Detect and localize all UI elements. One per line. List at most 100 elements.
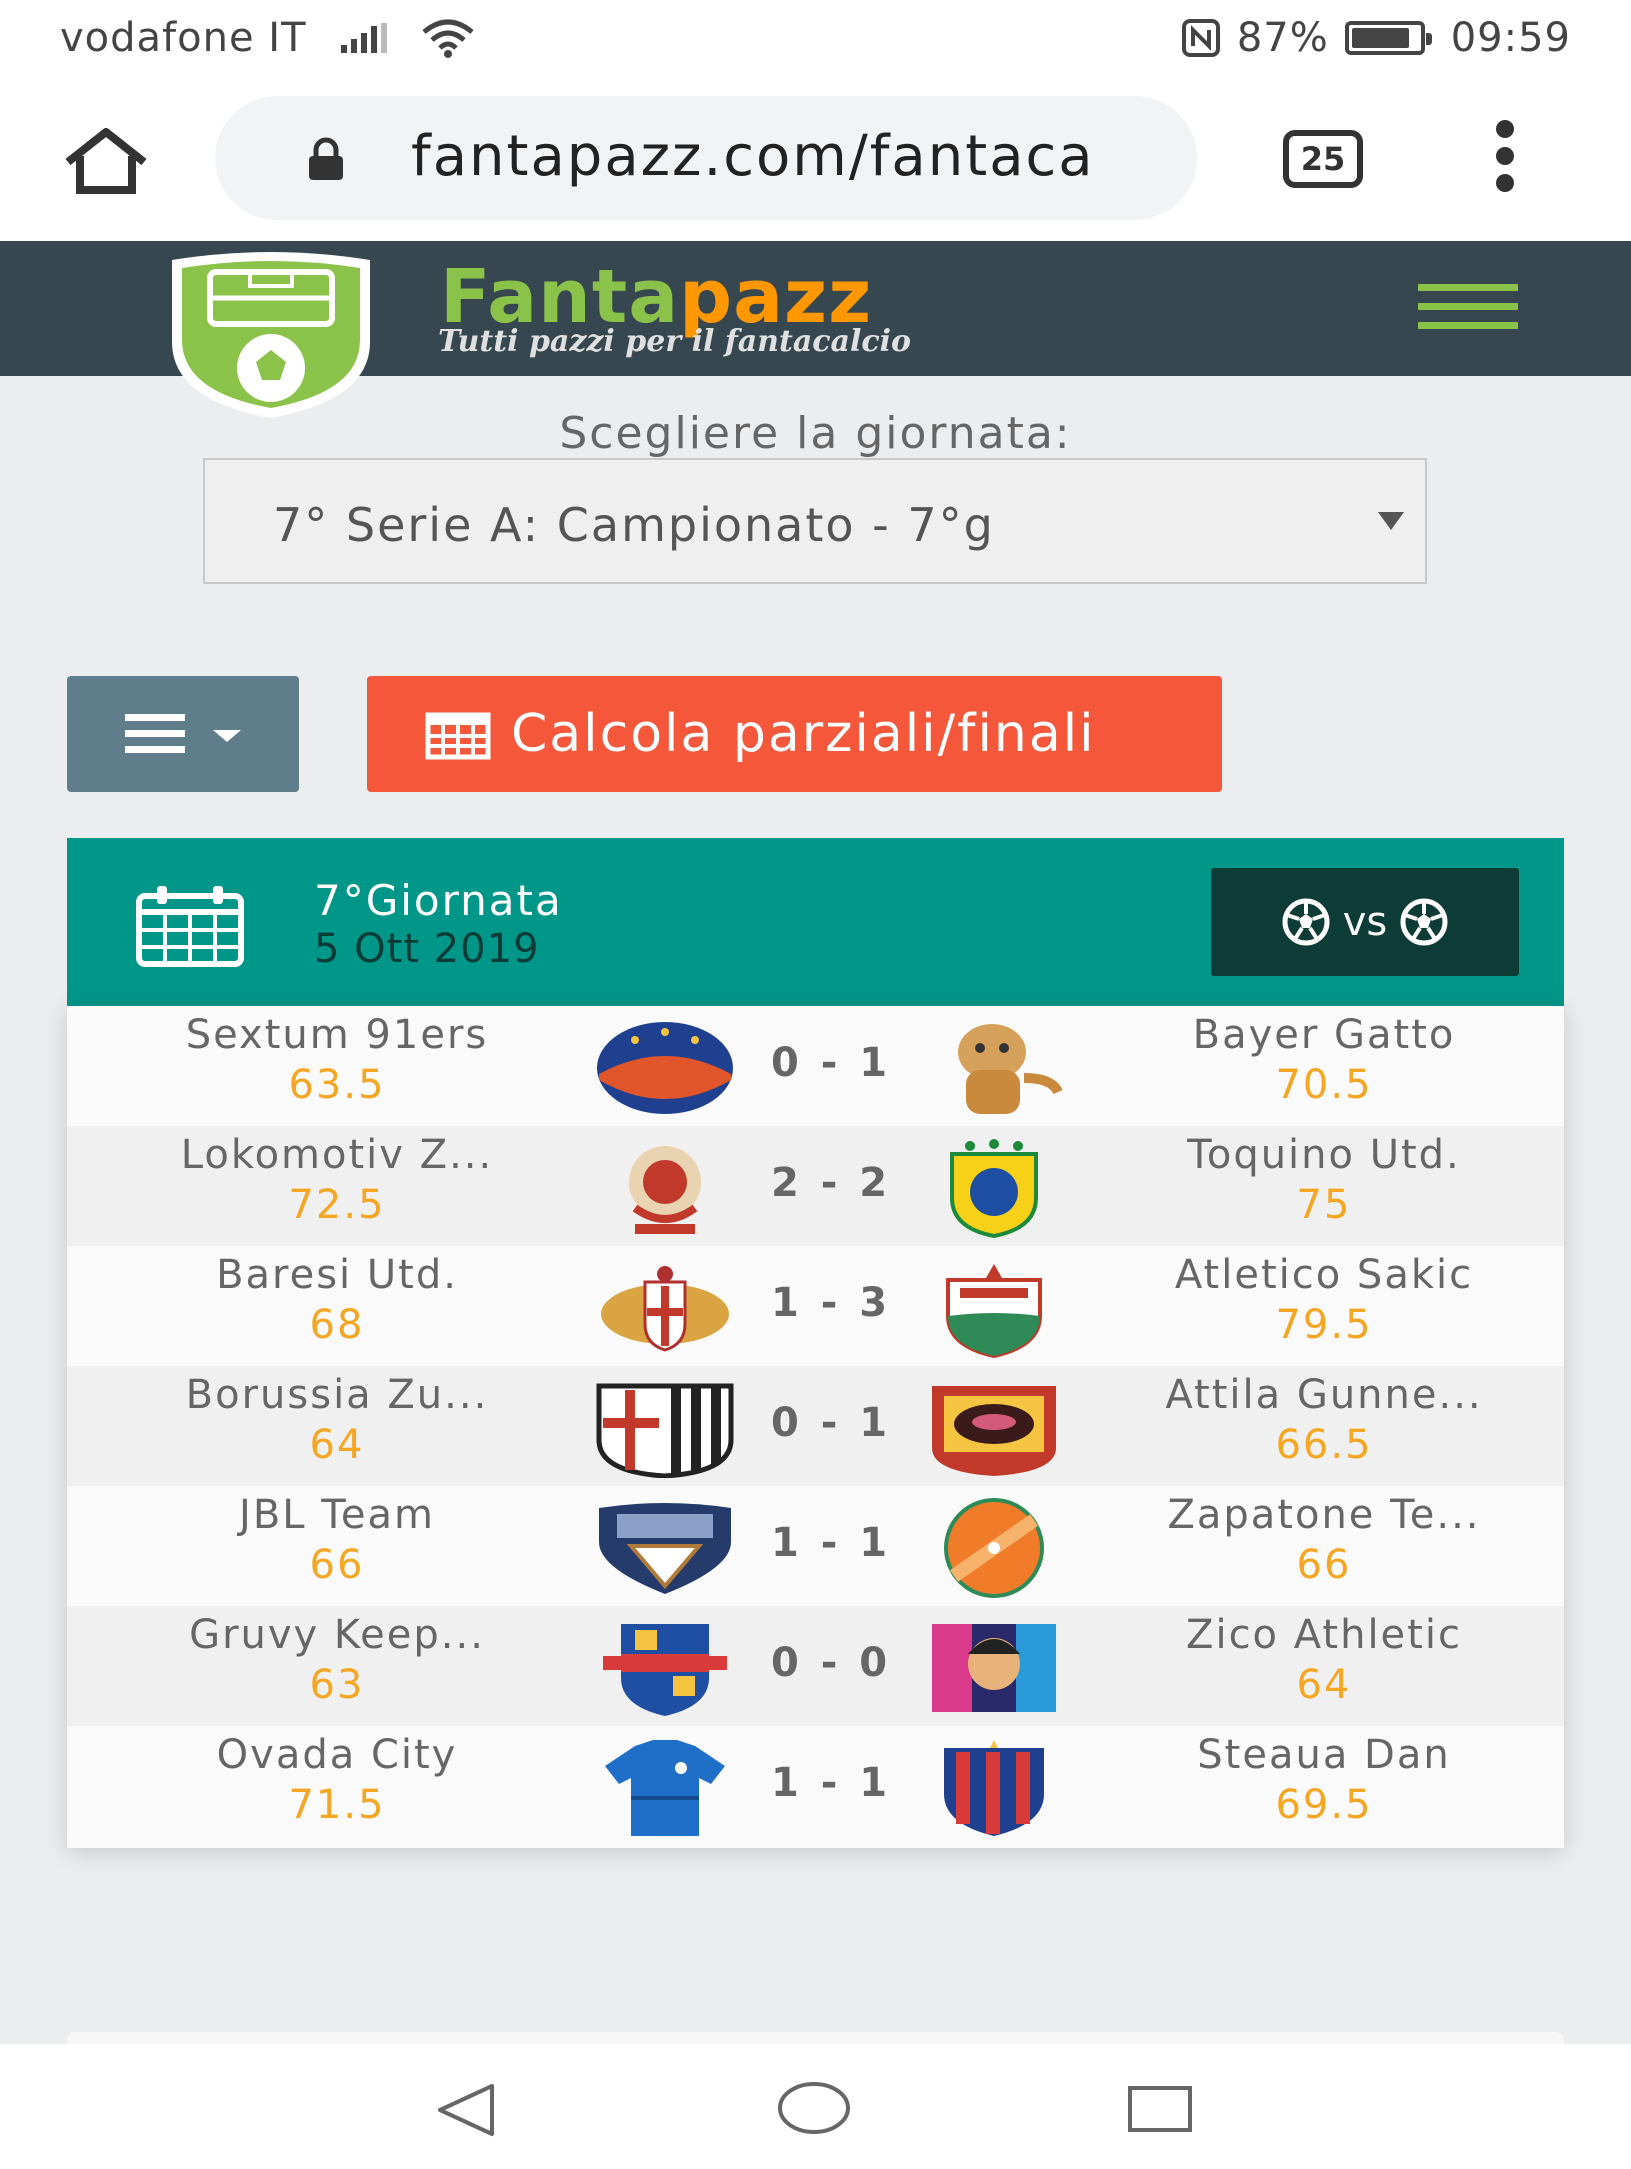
home-team[interactable]: Gruvy Keep... 63 [137, 1610, 537, 1710]
ovada-crest-icon [605, 1740, 725, 1836]
tab-switcher-button[interactable]: 25 [1283, 130, 1363, 188]
calculate-button-label: Calcola parziali/finali [511, 704, 1096, 764]
away-team[interactable]: Atletico Sakic 79.5 [1124, 1250, 1524, 1350]
home-team[interactable]: Borussia Zu... 64 [137, 1370, 537, 1470]
home-team-name: Lokomotiv Z... [180, 1132, 494, 1178]
battery-icon [1344, 21, 1432, 55]
carrier-name: vodafone IT [60, 15, 307, 61]
home-team-name: Borussia Zu... [185, 1372, 489, 1418]
away-team-name: Attila Gunne... [1165, 1372, 1483, 1418]
home-team-name: JBL Team [239, 1492, 435, 1538]
match-row[interactable]: Ovada City 71.5 1 - 1 Steaua Dan 69.5 [67, 1726, 1564, 1846]
bayer-gatto-crest-icon [958, 1024, 1063, 1114]
away-team[interactable]: Attila Gunne... 66.5 [1124, 1370, 1524, 1470]
home-team-points: 63.5 [288, 1062, 386, 1108]
gruvy-crest-icon [603, 1624, 727, 1716]
home-team[interactable]: Baresi Utd. 68 [137, 1250, 537, 1350]
away-team[interactable]: Bayer Gatto 70.5 [1124, 1010, 1524, 1110]
calculator-icon [425, 712, 491, 760]
nfc-icon [1181, 19, 1220, 57]
clock: 09:59 [1450, 15, 1571, 61]
head-to-head-button[interactable]: vs [1211, 868, 1519, 976]
match-row[interactable]: JBL Team 66 1 - 1 Zapatone Te... 66 [67, 1486, 1564, 1606]
match-row[interactable]: Sextum 91ers 63.5 0 - 1 Bayer Gatto 70.5 [67, 1006, 1564, 1126]
system-nav-bar [0, 2044, 1631, 2169]
browser-toolbar: fantapazz.com/fantaca 25 [0, 76, 1631, 241]
chevron-down-icon [1378, 512, 1404, 530]
status-bar: vodafone IT 87% 09:59 [0, 0, 1631, 76]
brand-tagline: Tutti pazzi per il fantacalcio [438, 324, 912, 359]
away-team-points: 70.5 [1275, 1062, 1373, 1108]
caret-down-icon [213, 730, 241, 742]
match-score: 1 - 1 [770, 1760, 892, 1806]
list-icon [125, 714, 185, 754]
match-score: 1 - 3 [770, 1280, 892, 1326]
away-team-name: Zapatone Te... [1167, 1492, 1481, 1538]
match-score: 2 - 2 [770, 1160, 892, 1206]
recent-apps-icon[interactable] [1126, 2084, 1194, 2134]
home-team[interactable]: Sextum 91ers 63.5 [137, 1010, 537, 1110]
calendar-icon [136, 886, 244, 967]
soccer-ball-icon [1400, 898, 1448, 946]
signal-icon [340, 23, 387, 53]
round-card-header: 7°Giornata 5 Ott 2019 vs [67, 838, 1564, 1006]
round-date: 5 Ott 2019 [314, 926, 540, 972]
away-team-points: 75 [1296, 1182, 1352, 1228]
match-row[interactable]: Gruvy Keep... 63 0 - 0 Zico Athletic 64 [67, 1606, 1564, 1726]
away-team-points: 69.5 [1275, 1782, 1373, 1828]
back-icon[interactable] [432, 2080, 500, 2140]
home-team-points: 63 [309, 1662, 365, 1708]
fantapazz-logo-icon[interactable] [158, 250, 384, 420]
home-team[interactable]: JBL Team 66 [137, 1490, 537, 1590]
away-team[interactable]: Toquino Utd. 75 [1124, 1130, 1524, 1230]
away-team[interactable]: Zapatone Te... 66 [1124, 1490, 1524, 1590]
toquino-crest-icon [950, 1139, 1038, 1238]
match-row[interactable]: Lokomotiv Z... 72.5 2 - 2 Toquino Utd. 7… [67, 1126, 1564, 1246]
away-team[interactable]: Zico Athletic 64 [1124, 1610, 1524, 1710]
home-team-points: 72.5 [288, 1182, 386, 1228]
away-team-points: 66.5 [1275, 1422, 1373, 1468]
lock-icon [309, 137, 343, 180]
sextum-crest-icon [597, 1022, 733, 1114]
battery-percent: 87% [1236, 15, 1329, 61]
home-circle-icon[interactable] [776, 2080, 852, 2136]
zapatone-crest-icon [944, 1498, 1044, 1598]
jbl-crest-icon [599, 1503, 731, 1594]
round-select-label: Scegliere la giornata: [559, 408, 1072, 459]
more-options-icon[interactable] [1490, 120, 1520, 200]
home-team[interactable]: Ovada City 71.5 [137, 1730, 537, 1830]
vs-label: vs [1342, 899, 1388, 945]
calculate-button[interactable]: Calcola parziali/finali [367, 676, 1222, 792]
match-score: 0 - 1 [770, 1400, 892, 1446]
home-team-points: 66 [309, 1542, 365, 1588]
round-select[interactable]: 7° Serie A: Campionato - 7°g [203, 458, 1427, 584]
away-team-name: Toquino Utd. [1187, 1132, 1461, 1178]
steaua-crest-icon [944, 1740, 1044, 1836]
home-icon[interactable] [62, 126, 150, 196]
home-team-name: Ovada City [216, 1732, 458, 1778]
round-title: 7°Giornata [314, 876, 563, 925]
address-bar[interactable]: fantapazz.com/fantaca [215, 96, 1197, 220]
home-team-name: Gruvy Keep... [189, 1612, 485, 1658]
match-row[interactable]: Baresi Utd. 68 1 - 3 Atletico Sakic 79.5 [67, 1246, 1564, 1366]
borussia-crest-icon [596, 1383, 734, 1478]
home-team-name: Sextum 91ers [185, 1012, 489, 1058]
match-score: 0 - 1 [770, 1040, 892, 1086]
options-dropdown-button[interactable] [67, 676, 299, 792]
baresi-crest-icon [601, 1266, 729, 1352]
away-team-name: Steaua Dan [1197, 1732, 1451, 1778]
away-team-name: Atletico Sakic [1174, 1252, 1474, 1298]
home-team-points: 71.5 [288, 1782, 386, 1828]
site-menu-icon[interactable] [1418, 284, 1518, 330]
attila-crest-icon [932, 1386, 1056, 1476]
away-team-name: Zico Athletic [1186, 1612, 1462, 1658]
match-row[interactable]: Borussia Zu... 64 0 - 1 Attila Gunne... … [67, 1366, 1564, 1486]
home-team-name: Baresi Utd. [216, 1252, 458, 1298]
match-score: 1 - 1 [770, 1520, 892, 1566]
atletico-sakic-crest-icon [946, 1264, 1042, 1358]
match-score: 0 - 0 [770, 1640, 892, 1686]
away-team[interactable]: Steaua Dan 69.5 [1124, 1730, 1524, 1830]
home-team[interactable]: Lokomotiv Z... 72.5 [137, 1130, 537, 1230]
url-text: fantapazz.com/fantaca [411, 124, 1095, 189]
away-team-points: 64 [1296, 1662, 1352, 1708]
